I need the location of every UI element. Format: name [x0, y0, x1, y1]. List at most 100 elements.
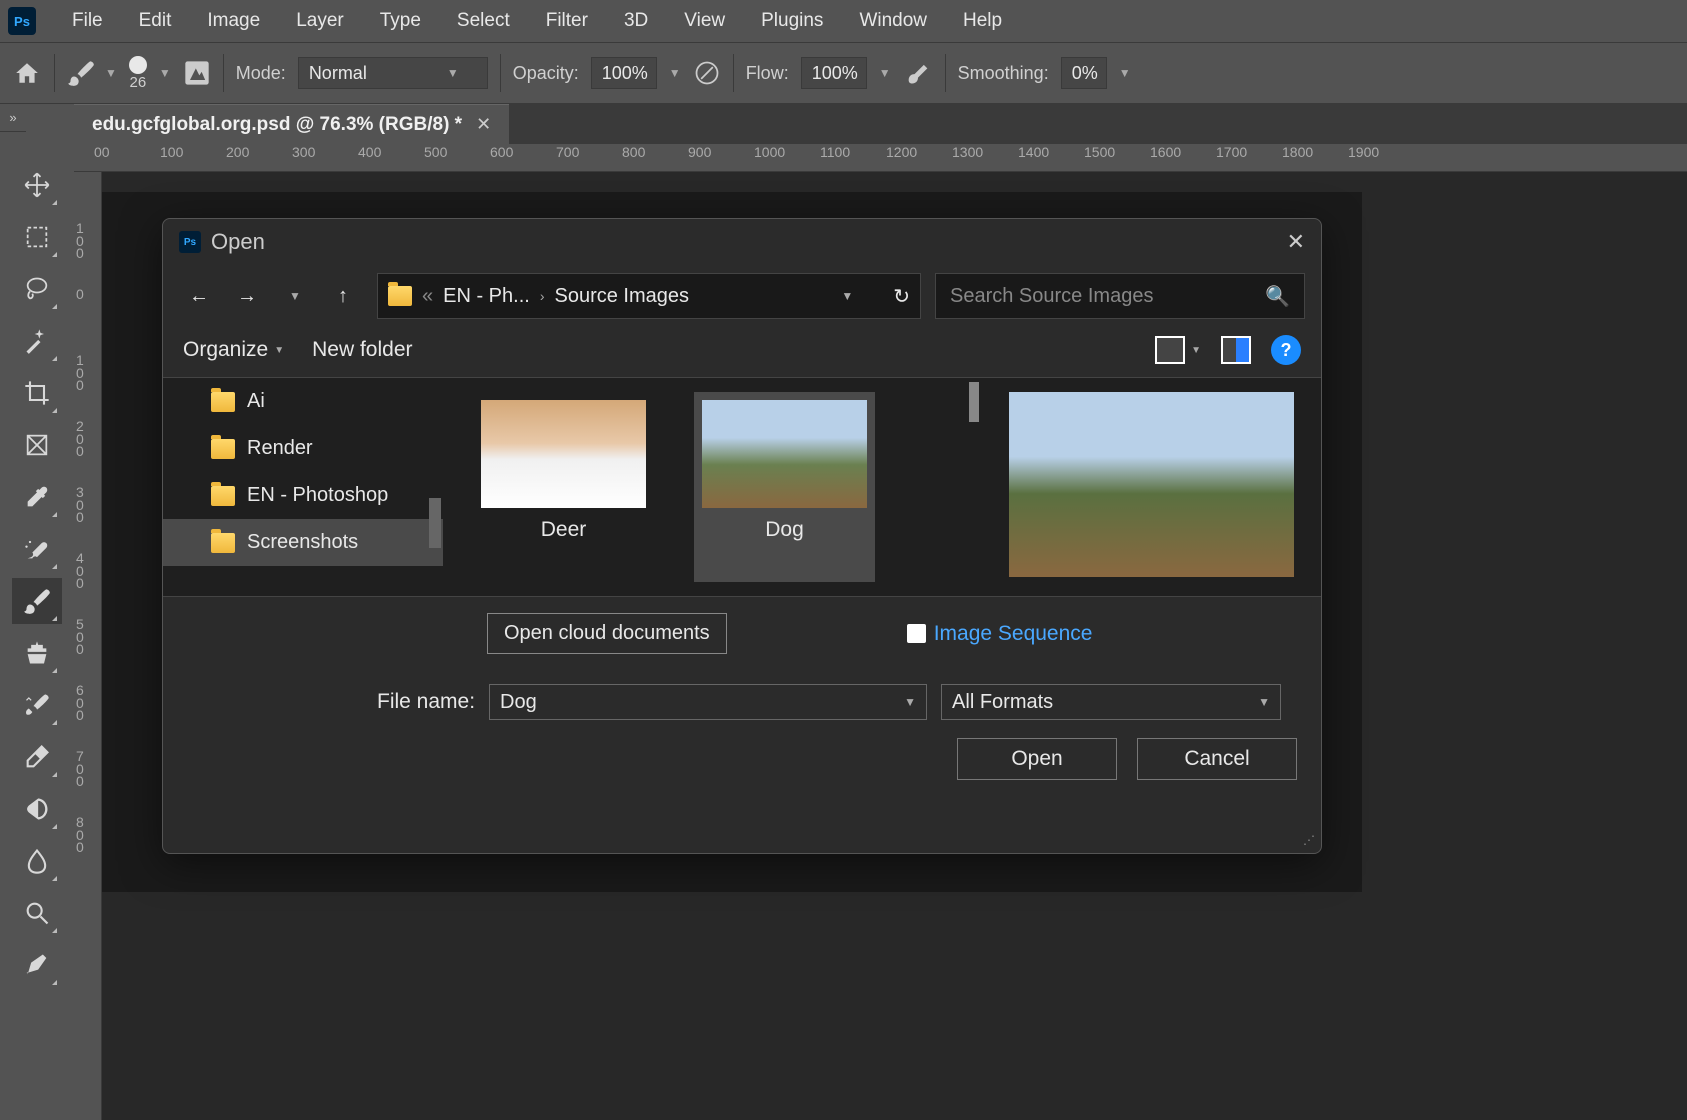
ruler-mark: 1000 [754, 144, 785, 160]
tab-title: edu.gcfglobal.org.psd @ 76.3% (RGB/8) * [92, 114, 462, 136]
preview-image [1009, 392, 1294, 577]
chevron-down-icon[interactable]: ▼ [879, 66, 891, 80]
resize-grip-icon[interactable]: ⋰ [1303, 833, 1315, 847]
pen-tool[interactable] [12, 942, 62, 988]
menu-layer[interactable]: Layer [280, 6, 360, 36]
chevron-down-icon: ▼ [904, 695, 916, 709]
organize-button[interactable]: Organize ▼ [183, 338, 284, 362]
back-button[interactable]: ← [179, 276, 219, 316]
tree-item[interactable]: Ai [163, 378, 443, 425]
filename-value: Dog [500, 691, 537, 714]
close-icon[interactable]: ✕ [1287, 229, 1305, 255]
menu-filter[interactable]: Filter [530, 6, 604, 36]
crop-tool[interactable] [12, 370, 62, 416]
address-bar[interactable]: « EN - Ph... › Source Images ▼ ↻ [377, 273, 921, 319]
ruler-mark: 1600 [1150, 144, 1181, 160]
eraser-tool[interactable] [12, 734, 62, 780]
healing-brush-tool[interactable] [12, 526, 62, 572]
move-tool[interactable] [12, 162, 62, 208]
divider [223, 54, 224, 92]
document-tab[interactable]: edu.gcfglobal.org.psd @ 76.3% (RGB/8) * … [74, 104, 509, 144]
ruler-mark: 300 [292, 144, 315, 160]
chevron-down-icon[interactable]: ▼ [159, 66, 171, 80]
brush-preset[interactable]: ▼ [67, 59, 117, 87]
breadcrumb-current[interactable]: Source Images [555, 285, 690, 308]
pressure-opacity-icon[interactable] [693, 59, 721, 87]
menu-edit[interactable]: Edit [123, 6, 188, 36]
open-cloud-button[interactable]: Open cloud documents [487, 613, 727, 654]
marquee-tool[interactable] [12, 214, 62, 260]
clone-stamp-tool[interactable] [12, 630, 62, 676]
eyedropper-tool[interactable] [12, 474, 62, 520]
file-list: Deer Dog [443, 378, 981, 596]
scrollbar-thumb[interactable] [969, 382, 979, 422]
close-icon[interactable]: ✕ [476, 114, 491, 135]
flow-input[interactable]: 100% [801, 57, 867, 89]
search-input[interactable]: Search Source Images 🔍 [935, 273, 1305, 319]
history-brush-tool[interactable] [12, 682, 62, 728]
menu-window[interactable]: Window [843, 6, 943, 36]
image-sequence-label: Image Sequence [934, 622, 1093, 646]
chevron-down-icon[interactable]: ▼ [1119, 66, 1131, 80]
opacity-input[interactable]: 100% [591, 57, 657, 89]
mode-value: Normal [309, 63, 367, 84]
opacity-label: Opacity: [513, 63, 579, 84]
chevron-down-icon[interactable]: ▼ [841, 289, 853, 303]
chevron-down-icon[interactable]: ▼ [669, 66, 681, 80]
ruler-mark: 1800 [1282, 144, 1313, 160]
flow-label: Flow: [746, 63, 789, 84]
menu-type[interactable]: Type [364, 6, 437, 36]
forward-button[interactable]: → [227, 276, 267, 316]
dialog-nav: ← → ▼ ↑ « EN - Ph... › Source Images ▼ ↻… [163, 265, 1321, 327]
menu-image[interactable]: Image [191, 6, 276, 36]
brush-tool[interactable] [12, 578, 62, 624]
gradient-tool[interactable] [12, 786, 62, 832]
brush-size-preview[interactable]: 26 [129, 56, 147, 91]
tree-item[interactable]: EN - Photoshop [163, 472, 443, 519]
help-button[interactable]: ? [1271, 335, 1301, 365]
file-item[interactable]: Deer [473, 392, 654, 582]
menu-file[interactable]: File [56, 6, 119, 36]
brush-panel-icon[interactable] [183, 59, 211, 87]
filename-input[interactable]: Dog ▼ [489, 684, 927, 720]
home-icon[interactable] [12, 60, 42, 86]
file-item[interactable]: Dog [694, 392, 875, 582]
scrollbar-thumb[interactable] [429, 498, 441, 548]
magic-wand-tool[interactable] [12, 318, 62, 364]
open-button[interactable]: Open [957, 738, 1117, 780]
cancel-button[interactable]: Cancel [1137, 738, 1297, 780]
tree-item[interactable]: Screenshots [163, 519, 443, 566]
image-sequence-checkbox[interactable]: Image Sequence [907, 622, 1093, 646]
breadcrumb-parent[interactable]: EN - Ph... [443, 285, 530, 308]
smoothing-input[interactable]: 0% [1061, 57, 1107, 89]
blur-tool[interactable] [12, 838, 62, 884]
ruler-mark: 700 [76, 750, 84, 788]
chevron-down-icon: ▼ [1191, 345, 1201, 356]
tree-item[interactable]: Render [163, 425, 443, 472]
refresh-icon[interactable]: ↻ [893, 284, 910, 309]
lasso-tool[interactable] [12, 266, 62, 312]
view-mode-button[interactable]: ▼ [1155, 336, 1201, 364]
recent-dropdown[interactable]: ▼ [275, 276, 315, 316]
dialog-titlebar: Ps Open ✕ [163, 219, 1321, 265]
menu-select[interactable]: Select [441, 6, 526, 36]
dialog-toolbar: Organize ▼ New folder ▼ ? [163, 327, 1321, 377]
preview-pane-button[interactable] [1221, 336, 1251, 364]
airbrush-icon[interactable] [903, 59, 933, 87]
up-button[interactable]: ↑ [323, 276, 363, 316]
options-bar: ▼ 26 ▼ Mode: Normal▼ Opacity: 100% ▼ Flo… [0, 42, 1687, 104]
folder-tree: Ai Render EN - Photoshop Screenshots [163, 378, 443, 596]
menu-3d[interactable]: 3D [608, 6, 664, 36]
new-folder-button[interactable]: New folder [312, 338, 412, 362]
dodge-tool[interactable] [12, 890, 62, 936]
ruler-mark: 1500 [1084, 144, 1115, 160]
menu-help[interactable]: Help [947, 6, 1018, 36]
format-select[interactable]: All Formats▼ [941, 684, 1281, 720]
search-icon: 🔍 [1265, 284, 1290, 309]
menu-view[interactable]: View [668, 6, 741, 36]
blend-mode-select[interactable]: Normal▼ [298, 57, 488, 89]
brush-icon [67, 59, 95, 87]
menu-plugins[interactable]: Plugins [745, 6, 839, 36]
frame-tool[interactable] [12, 422, 62, 468]
collapse-tools-icon[interactable]: » [0, 104, 26, 132]
